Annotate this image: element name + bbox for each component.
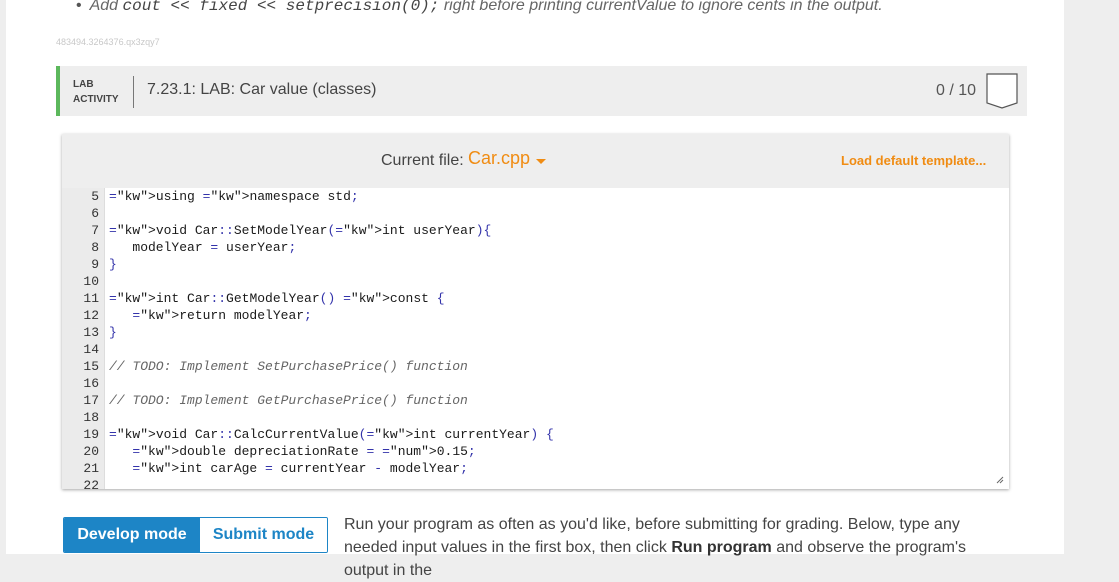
code-text: }	[109, 325, 117, 340]
bullet-prefix: Add	[89, 0, 119, 14]
line-number: 22	[83, 478, 99, 489]
editor-toolbar: Current file: Car.cpp Load default templ…	[62, 134, 1009, 188]
line-number: 8	[91, 240, 99, 255]
code-textarea[interactable]: 5 ="kw">using ="kw">namespace std; 6 7 ="kw"…	[62, 188, 1009, 489]
code-text: ="kw">int carAge = currentYear - modelYe…	[132, 461, 468, 476]
lab-activity-label: LAB ACTIVITY	[73, 77, 119, 107]
instructions-run-program: Run program	[671, 539, 772, 556]
bullet-dot: •	[76, 0, 82, 14]
code-text: ="kw">return modelYear;	[132, 308, 312, 323]
lab-divider	[133, 76, 134, 108]
line-number: 18	[83, 410, 99, 425]
lab-activity-header: LAB ACTIVITY 7.23.1: LAB: Car value (cla…	[56, 66, 1027, 116]
content-page: • Add cout << fixed << setprecision(0); r…	[6, 0, 1064, 579]
line-number: 5	[91, 189, 99, 204]
line-number: 15	[83, 359, 99, 374]
run-instructions: Run your program as often as you'd like,…	[344, 513, 1014, 582]
code-editor: Current file: Car.cpp Load default templ…	[62, 134, 1009, 489]
lab-label-line2: ACTIVITY	[73, 94, 119, 105]
develop-mode-button[interactable]: Develop mode	[64, 518, 200, 552]
completion-badge-icon	[986, 73, 1018, 109]
instruction-bullet: • Add cout << fixed << setprecision(0); r…	[76, 0, 883, 15]
code-text: ="kw">using ="kw">namespace std;	[109, 189, 359, 204]
bullet-suffix: right before printing currentValue to ig…	[443, 0, 883, 14]
code-text: ="kw">void Car::CalcCurrentValue(="kw">i…	[109, 427, 554, 442]
current-file-label: Current file:	[381, 152, 464, 169]
line-number: 13	[83, 325, 99, 340]
current-file-dropdown[interactable]: Car.cpp	[468, 148, 530, 169]
line-number: 11	[83, 291, 99, 306]
line-number: 16	[83, 376, 99, 391]
resize-handle-icon[interactable]	[996, 476, 1004, 484]
chevron-down-icon[interactable]	[536, 159, 546, 164]
code-text: ="kw">void Car::SetModelYear(="kw">int u…	[109, 223, 492, 238]
line-number: 10	[83, 274, 99, 289]
code-text: ="kw">int Car::GetModelYear() ="kw">cons…	[109, 291, 445, 306]
section-id: 483494.3264376.qx3zqy7	[56, 37, 160, 47]
line-number: 17	[83, 393, 99, 408]
line-number: 9	[91, 257, 99, 272]
load-default-template-link[interactable]: Load default template...	[841, 153, 986, 168]
submit-mode-button[interactable]: Submit mode	[200, 518, 327, 552]
line-number: 14	[83, 342, 99, 357]
lab-title: 7.23.1: LAB: Car value (classes)	[147, 81, 377, 98]
code-text: ="kw">double depreciationRate = ="num">0…	[132, 444, 476, 459]
line-number: 19	[83, 427, 99, 442]
line-number: 21	[83, 461, 99, 476]
line-number: 12	[83, 308, 99, 323]
code-text: // TODO: Implement SetPurchasePrice() fu…	[109, 359, 468, 374]
mode-toggle: Develop mode Submit mode	[63, 517, 328, 553]
line-number: 6	[91, 206, 99, 221]
code-text: modelYear = userYear;	[109, 240, 297, 255]
lab-label-line1: LAB	[73, 79, 94, 90]
bullet-code: cout << fixed << setprecision(0);	[122, 0, 440, 15]
lab-score: 0 / 10	[936, 82, 977, 99]
line-number: 20	[83, 444, 99, 459]
line-number: 7	[91, 223, 99, 238]
code-text: }	[109, 257, 117, 272]
code-text: // TODO: Implement GetPurchasePrice() fu…	[109, 393, 468, 408]
